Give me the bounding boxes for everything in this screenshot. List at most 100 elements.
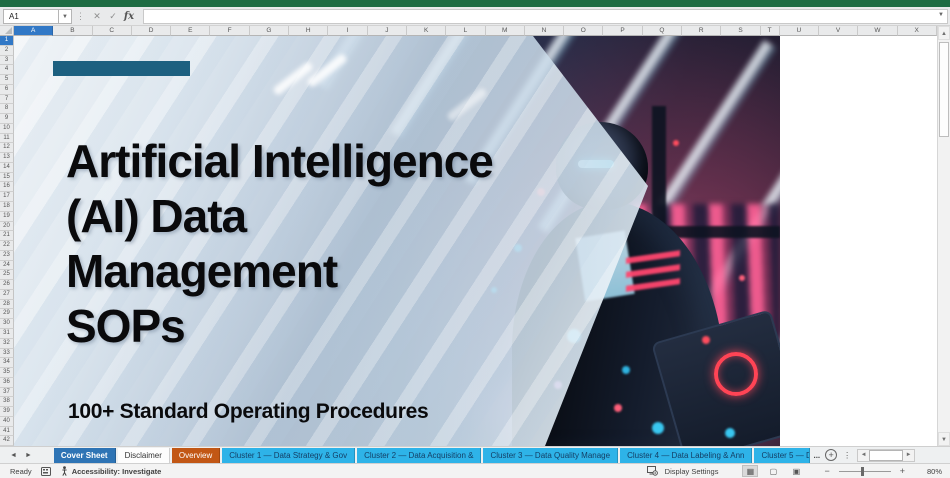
- page-break-view-icon[interactable]: ▣: [788, 465, 804, 477]
- column-header-L[interactable]: L: [446, 26, 486, 36]
- row-header-9[interactable]: 9: [0, 114, 14, 124]
- column-header-U[interactable]: U: [779, 26, 819, 36]
- insert-function-icon[interactable]: fx: [121, 11, 137, 22]
- normal-view-icon[interactable]: ▦: [742, 465, 759, 477]
- row-header-36[interactable]: 36: [0, 377, 14, 388]
- row-header-32[interactable]: 32: [0, 338, 14, 349]
- scroll-right-icon[interactable]: ►: [903, 450, 914, 461]
- row-header-13[interactable]: 13: [0, 153, 14, 163]
- column-header-H[interactable]: H: [289, 26, 329, 36]
- scroll-down-icon[interactable]: ▼: [938, 432, 950, 446]
- enter-icon[interactable]: ✓: [105, 11, 121, 22]
- row-header-27[interactable]: 27: [0, 289, 14, 300]
- formula-input[interactable]: [143, 8, 948, 24]
- formula-bar-expand-icon[interactable]: ▼: [938, 12, 944, 18]
- cancel-icon[interactable]: ✕: [89, 11, 105, 22]
- row-header-35[interactable]: 35: [0, 368, 14, 378]
- row-header-40[interactable]: 40: [0, 416, 14, 427]
- row-header-37[interactable]: 37: [0, 387, 14, 398]
- row-header-16[interactable]: 16: [0, 182, 14, 193]
- display-settings-label[interactable]: Display Settings: [665, 467, 719, 476]
- column-header-B[interactable]: B: [53, 26, 93, 36]
- row-header-22[interactable]: 22: [0, 241, 14, 251]
- row-header-25[interactable]: 25: [0, 270, 14, 281]
- sheet-tab-cluster-1-data-strategy-gov[interactable]: Cluster 1 — Data Strategy & Gov: [222, 447, 356, 463]
- tab-bar-menu-icon[interactable]: ⋮: [843, 451, 851, 460]
- name-box[interactable]: A1: [3, 8, 59, 24]
- row-header-26[interactable]: 26: [0, 280, 14, 290]
- column-header-P[interactable]: P: [603, 26, 643, 36]
- row-header-24[interactable]: 24: [0, 260, 14, 271]
- column-header-O[interactable]: O: [564, 26, 604, 36]
- row-header-10[interactable]: 10: [0, 123, 14, 134]
- row-header-5[interactable]: 5: [0, 75, 14, 85]
- sheet-tab-disclaimer[interactable]: Disclaimer: [117, 447, 170, 463]
- sheet-tab-cluster-2-data-acquisition[interactable]: Cluster 2 — Data Acquisition &: [357, 447, 482, 463]
- horizontal-scrollbar[interactable]: ◄ ►: [857, 448, 916, 462]
- column-header-W[interactable]: W: [858, 26, 898, 36]
- column-header-Q[interactable]: Q: [642, 26, 683, 36]
- row-header-11[interactable]: 11: [0, 133, 14, 144]
- row-header-34[interactable]: 34: [0, 358, 14, 369]
- row-header-14[interactable]: 14: [0, 162, 14, 173]
- row-header-29[interactable]: 29: [0, 309, 14, 320]
- row-header-17[interactable]: 17: [0, 192, 14, 203]
- row-header-12[interactable]: 12: [0, 143, 14, 154]
- vertical-scrollbar[interactable]: ▲ ▼: [937, 26, 950, 446]
- sheet-nav-right-icon[interactable]: ►: [25, 452, 40, 459]
- row-header-30[interactable]: 30: [0, 319, 14, 329]
- scroll-up-icon[interactable]: ▲: [938, 26, 950, 40]
- column-header-D[interactable]: D: [131, 26, 172, 36]
- column-header-I[interactable]: I: [328, 26, 368, 36]
- macro-record-icon[interactable]: [40, 466, 51, 476]
- column-header-E[interactable]: E: [171, 26, 211, 36]
- column-header-F[interactable]: F: [210, 26, 250, 36]
- row-header-15[interactable]: 15: [0, 172, 14, 183]
- sheet-tab-cluster-4-data-labeling-ann[interactable]: Cluster 4 — Data Labeling & Ann: [620, 447, 753, 463]
- zoom-slider[interactable]: [838, 466, 891, 476]
- row-header-42[interactable]: 42: [0, 436, 14, 447]
- row-header-7[interactable]: 7: [0, 94, 14, 105]
- row-header-1[interactable]: 1: [0, 36, 14, 46]
- zoom-slider-thumb[interactable]: [860, 466, 864, 476]
- row-header-33[interactable]: 33: [0, 348, 14, 359]
- row-header-39[interactable]: 39: [0, 407, 14, 417]
- sheet-nav-arrows[interactable]: ◄►: [10, 452, 40, 459]
- sheet-tab-overview[interactable]: Overview: [171, 447, 221, 463]
- name-box-dropdown-icon[interactable]: ▼: [59, 8, 72, 24]
- select-all-button[interactable]: [0, 26, 14, 36]
- row-header-4[interactable]: 4: [0, 65, 14, 76]
- grid-canvas[interactable]: Artificial Intelligence (AI) Data Manage…: [14, 36, 937, 446]
- horizontal-scroll-thumb[interactable]: [869, 449, 904, 461]
- column-header-C[interactable]: C: [92, 26, 132, 36]
- accessibility-icon[interactable]: [60, 466, 69, 476]
- column-header-S[interactable]: S: [721, 26, 761, 36]
- column-header-X[interactable]: X: [897, 26, 937, 36]
- scroll-left-icon[interactable]: ◄: [858, 450, 869, 461]
- row-header-18[interactable]: 18: [0, 202, 14, 212]
- accessibility-status-label[interactable]: Accessibility: Investigate: [72, 467, 162, 476]
- column-header-M[interactable]: M: [485, 26, 525, 36]
- vertical-scroll-thumb[interactable]: [939, 42, 949, 137]
- column-header-R[interactable]: R: [682, 26, 722, 36]
- row-header-3[interactable]: 3: [0, 55, 14, 66]
- column-header-V[interactable]: V: [818, 26, 859, 36]
- column-header-G[interactable]: G: [249, 26, 290, 36]
- sheet-tab-cluster-3-data-quality-manage[interactable]: Cluster 3 — Data Quality Manage: [483, 447, 619, 463]
- row-header-8[interactable]: 8: [0, 104, 14, 115]
- column-header-N[interactable]: N: [524, 26, 565, 36]
- column-header-K[interactable]: K: [406, 26, 447, 36]
- sheet-tab-cluster-5-d[interactable]: Cluster 5 — D: [754, 447, 811, 463]
- row-header-2[interactable]: 2: [0, 45, 14, 56]
- row-header-31[interactable]: 31: [0, 328, 14, 339]
- sheet-tab-cover-sheet[interactable]: Cover Sheet: [53, 447, 116, 463]
- tab-overflow-indicator[interactable]: ...: [813, 451, 820, 460]
- zoom-level-label[interactable]: 80%: [927, 467, 942, 476]
- column-header-T[interactable]: T: [760, 26, 780, 36]
- display-settings-icon[interactable]: [646, 466, 658, 476]
- page-layout-view-icon[interactable]: ▢: [765, 465, 781, 477]
- new-sheet-button[interactable]: +: [825, 449, 838, 461]
- row-header-20[interactable]: 20: [0, 221, 14, 232]
- zoom-in-icon[interactable]: +: [900, 466, 905, 476]
- row-header-6[interactable]: 6: [0, 84, 14, 95]
